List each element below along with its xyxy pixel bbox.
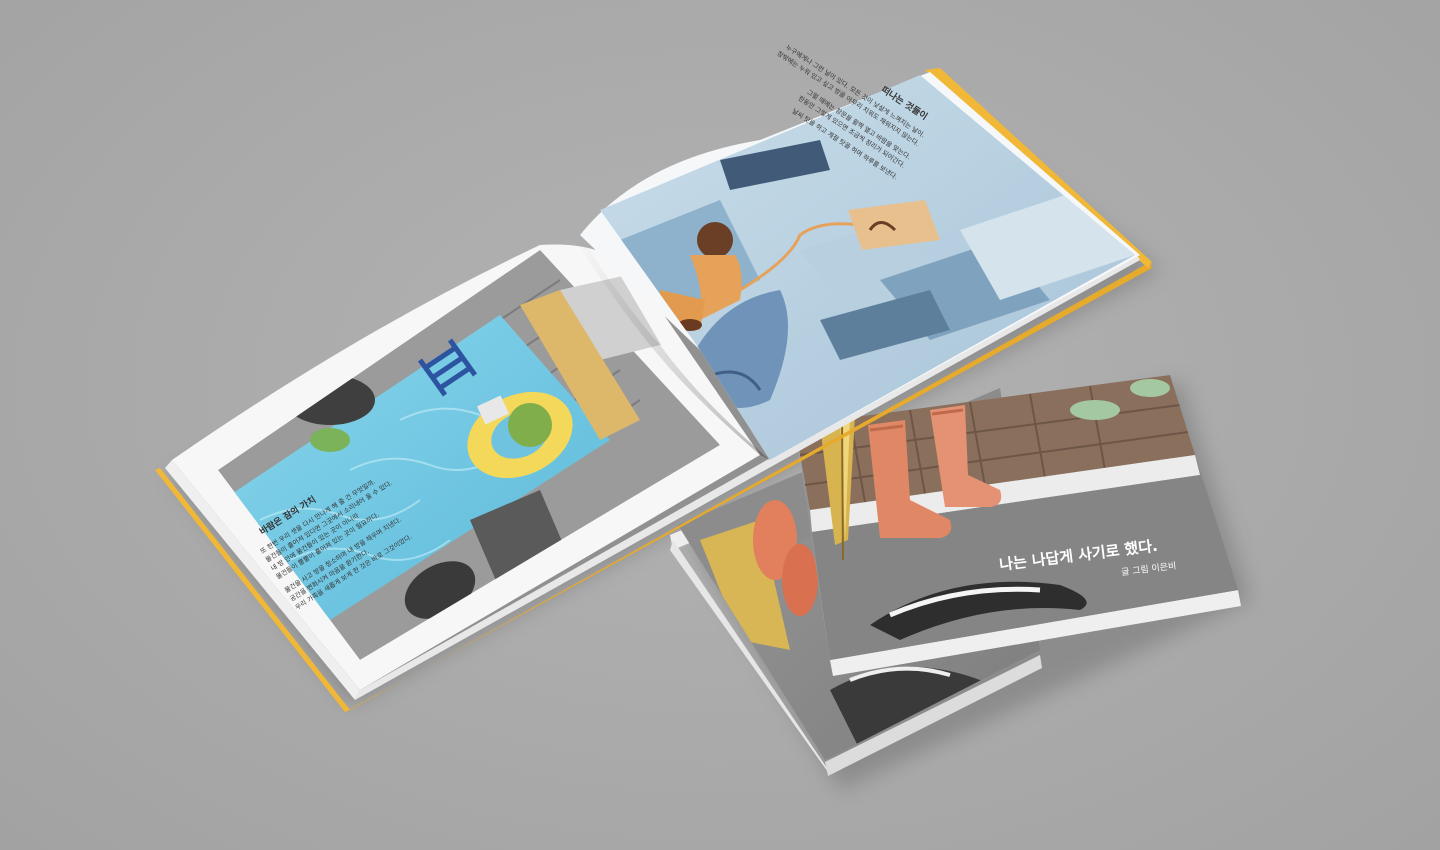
book-mockup-scene: 나는 나답게 사기로 했다. 글 그림 이은비 바람은 잠의 가치 또 한번 우… (155, 42, 1250, 790)
